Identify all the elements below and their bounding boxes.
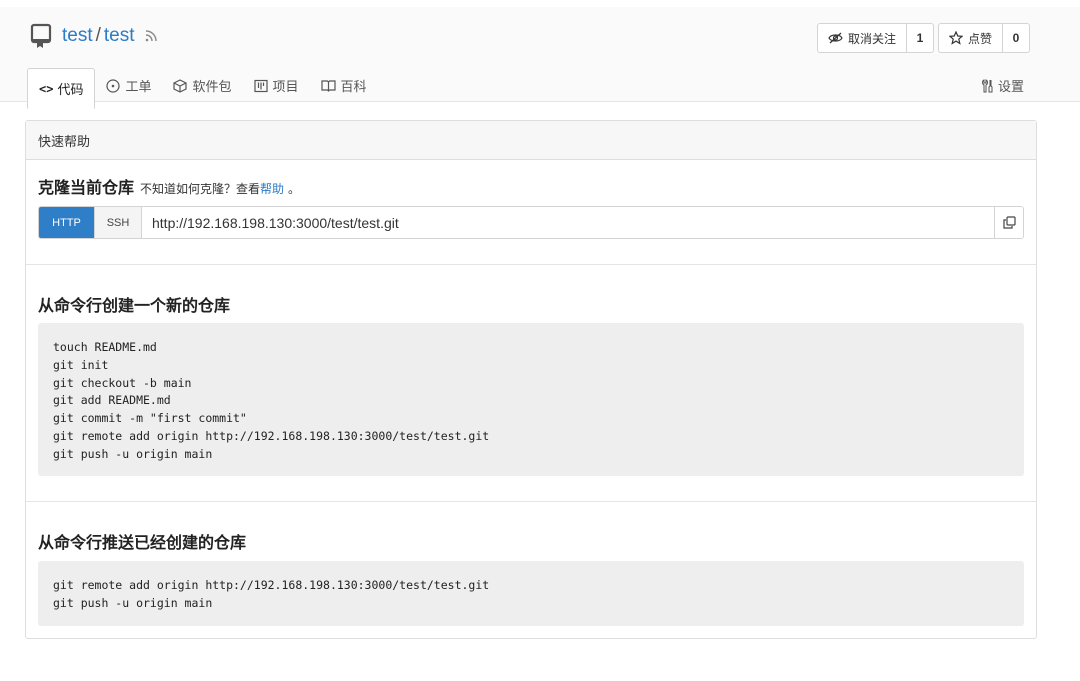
repo-header: test / test 取消关注 1 点赞 0 <> 代码 工单 软件包 项目 …: [0, 7, 1080, 109]
tab-code[interactable]: <> 代码: [27, 68, 96, 109]
tab-packages[interactable]: 软件包: [162, 68, 242, 103]
repo-tabs: <> 代码 工单 软件包 项目 百科: [27, 68, 378, 109]
section-divider: [26, 264, 1036, 265]
path-separator: /: [95, 25, 101, 46]
copy-icon: [1002, 216, 1016, 229]
tab-wiki-label: 百科: [340, 79, 367, 94]
tab-code-label: 代码: [57, 82, 84, 97]
repo-name-link[interactable]: test: [104, 25, 135, 47]
section-divider: [26, 501, 1036, 502]
copy-button[interactable]: [994, 207, 1023, 238]
star-label: 点赞: [968, 31, 993, 46]
unwatch-button-group: 取消关注 1: [817, 23, 935, 53]
star-count[interactable]: 0: [1003, 24, 1029, 52]
watch-count[interactable]: 1: [907, 24, 933, 52]
tab-issues-label: 工单: [125, 79, 152, 94]
settings-label: 设置: [997, 79, 1024, 94]
book-icon: [320, 80, 336, 92]
eye-slash-icon: [828, 32, 843, 44]
repo-icon: [30, 21, 54, 51]
tools-icon: [981, 78, 993, 92]
repo-title: test / test: [30, 21, 158, 51]
star-button[interactable]: 点赞: [939, 24, 1004, 52]
unwatch-label: 取消关注: [848, 31, 897, 46]
star-button-group: 点赞 0: [938, 23, 1031, 53]
star-group: 点赞 0: [938, 23, 1031, 53]
package-icon: [173, 78, 188, 93]
new-repo-code: touch README.md git init git checkout -b…: [38, 323, 1024, 476]
clone-hint-end: 。: [288, 182, 301, 196]
code-icon: <>: [39, 81, 54, 96]
ssh-button[interactable]: SSH: [94, 207, 142, 238]
unwatch-button[interactable]: 取消关注: [818, 24, 908, 52]
new-repo-heading: 从命令行创建一个新的仓库: [38, 298, 231, 315]
clone-heading-row: 克隆当前仓库 不知道如何克隆？查看 帮助 。: [38, 174, 300, 198]
clone-hint: 不知道如何克隆？查看: [140, 182, 261, 196]
tab-projects-label: 项目: [272, 79, 299, 94]
clone-url-bar: HTTP SSH http://192.168.198.130:3000/tes…: [38, 206, 1024, 239]
clone-heading: 克隆当前仓库: [38, 180, 135, 197]
push-existing-code: git remote add origin http://192.168.198…: [38, 561, 1024, 626]
http-button[interactable]: HTTP: [39, 207, 94, 238]
project-icon: [253, 79, 268, 92]
tab-packages-label: 软件包: [192, 79, 232, 94]
rss-icon[interactable]: [144, 29, 158, 43]
clone-help-link[interactable]: 帮助: [260, 180, 284, 197]
tab-issues[interactable]: 工单: [95, 68, 162, 103]
star-icon: [949, 31, 963, 45]
tab-wiki[interactable]: 百科: [310, 68, 378, 103]
tab-projects[interactable]: 项目: [243, 68, 310, 103]
clone-url-field[interactable]: http://192.168.198.130:3000/test/test.gi…: [142, 207, 994, 238]
settings-tab[interactable]: 设置: [981, 76, 1024, 95]
panel-title: 快速帮助: [26, 121, 1036, 160]
watch-group: 取消关注 1: [817, 23, 935, 53]
quick-help-panel: 快速帮助 克隆当前仓库 不知道如何克隆？查看 帮助 。 HTTP SSH htt…: [25, 120, 1037, 639]
issue-icon: [106, 78, 121, 93]
push-existing-heading: 从命令行推送已经创建的仓库: [38, 535, 247, 552]
repo-owner-link[interactable]: test: [62, 25, 93, 47]
